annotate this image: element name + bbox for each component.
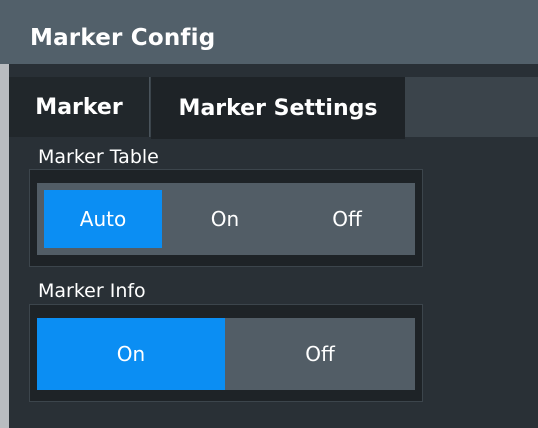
marker-info-group: On Off	[29, 304, 423, 402]
marker-info-selector: On Off	[37, 318, 415, 390]
marker-info-off-button[interactable]: Off	[225, 318, 415, 390]
marker-table-selector: Auto On Off	[37, 183, 415, 255]
dialog-title: Marker Config	[30, 25, 216, 51]
marker-table-off-button[interactable]: Off	[288, 183, 406, 255]
marker-table-auto-button[interactable]: Auto	[44, 190, 162, 248]
marker-info-on-button[interactable]: On	[37, 318, 225, 390]
marker-info-label: Marker Info	[38, 280, 146, 302]
dialog-panel: Marker Marker Settings Marker Table Auto…	[9, 64, 538, 428]
marker-table-label: Marker Table	[38, 146, 159, 168]
marker-table-group: Auto On Off	[29, 169, 423, 267]
tab-marker-settings[interactable]: Marker Settings	[151, 77, 405, 139]
tab-bar: Marker Marker Settings	[9, 77, 538, 139]
dialog-title-bar: Marker Config	[0, 0, 538, 64]
marker-table-on-button[interactable]: On	[162, 183, 288, 255]
tab-marker[interactable]: Marker	[9, 77, 150, 137]
